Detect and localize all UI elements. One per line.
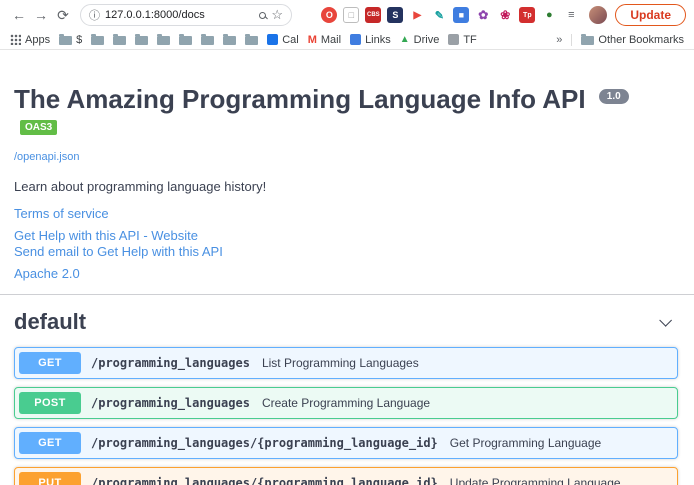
drive-icon: ▲ [400, 34, 410, 45]
method-badge: PUT [19, 472, 81, 485]
browser-toolbar: ← → ⟳ ⓘ 127.0.0.1:8000/docs ☆ O □ CBS S … [0, 0, 694, 30]
tf-icon [448, 34, 459, 45]
apps-grid-icon [10, 34, 21, 45]
chevron-down-icon[interactable] [659, 314, 672, 327]
openapi-json-link[interactable]: /openapi.json [14, 151, 79, 163]
folder-icon [91, 36, 104, 45]
extension-icon-3[interactable]: CBS [365, 7, 381, 23]
folder-icon [135, 36, 148, 45]
method-badge: GET [19, 352, 81, 374]
bookmark-folder-1[interactable]: $ [59, 34, 82, 46]
bookmark-folder-6[interactable] [179, 34, 192, 45]
extension-icon-11[interactable]: ● [541, 7, 557, 23]
endpoint-summary: Create Programming Language [262, 396, 430, 410]
browser-window: ← → ⟳ ⓘ 127.0.0.1:8000/docs ☆ O □ CBS S … [0, 0, 694, 485]
license-link[interactable]: Apache 2.0 [14, 266, 80, 282]
extension-icon-5[interactable]: ▶ [409, 7, 425, 23]
bookmark-links[interactable]: Links [350, 34, 391, 46]
folder-icon [157, 36, 170, 45]
endpoint-path: /programming_languages/{programming_lang… [91, 476, 438, 485]
bookmark-folder-7[interactable] [201, 34, 214, 45]
section-default-header[interactable]: default [14, 303, 678, 341]
endpoint-summary: List Programming Languages [262, 356, 419, 370]
bookmark-folder-9[interactable] [245, 34, 258, 45]
extension-icon-8[interactable]: ✿ [475, 7, 491, 23]
bookmark-cal[interactable]: Cal [267, 34, 299, 46]
calendar-icon [267, 34, 278, 45]
extension-icon-1[interactable]: O [321, 7, 337, 23]
search-icon[interactable] [259, 12, 266, 19]
bookmark-folder-3[interactable] [113, 34, 126, 45]
folder-icon [59, 36, 72, 45]
gmail-icon: M [308, 34, 317, 46]
reload-icon[interactable]: ⟳ [52, 7, 74, 24]
extension-icon-10[interactable]: Tp [519, 7, 535, 23]
page-title: The Amazing Programming Language Info AP… [14, 84, 678, 146]
apps-shortcut[interactable]: Apps [10, 34, 50, 46]
extensions-row: O □ CBS S ▶ ✎ ■ ✿ ❀ Tp ● ≡ Update [319, 4, 686, 26]
folder-icon [245, 36, 258, 45]
swagger-page: The Amazing Programming Language Info AP… [0, 84, 694, 485]
update-button[interactable]: Update [615, 4, 686, 26]
folder-icon [179, 36, 192, 45]
bookmark-folder-2[interactable] [91, 34, 104, 45]
bookmark-folder-4[interactable] [135, 34, 148, 45]
profile-avatar[interactable] [589, 6, 607, 24]
method-badge: POST [19, 392, 81, 414]
extension-icon-4[interactable]: S [387, 7, 403, 23]
oas3-badge: OAS3 [20, 120, 57, 135]
bookmark-drive[interactable]: ▲ Drive [400, 34, 440, 46]
endpoint-get-one[interactable]: GET /programming_languages/{programming_… [14, 427, 678, 459]
extension-icon-9[interactable]: ❀ [497, 7, 513, 23]
extension-icon-6[interactable]: ✎ [431, 7, 447, 23]
endpoint-path: /programming_languages [91, 356, 250, 370]
api-title-text: The Amazing Programming Language Info AP… [14, 84, 586, 114]
api-description: Learn about programming language history… [14, 179, 694, 194]
forward-icon[interactable]: → [30, 7, 52, 23]
section-divider [0, 294, 694, 295]
endpoint-post-create[interactable]: POST /programming_languages Create Progr… [14, 387, 678, 419]
bookmark-tf[interactable]: TF [448, 34, 476, 46]
bookmark-folder-5[interactable] [157, 34, 170, 45]
other-bookmarks[interactable]: Other Bookmarks [581, 34, 684, 46]
endpoint-get-list[interactable]: GET /programming_languages List Programm… [14, 347, 678, 379]
endpoint-put-update[interactable]: PUT /programming_languages/{programming_… [14, 467, 678, 485]
bookmarks-bar: Apps $ Cal M Mail Links ▲ Drive TF [0, 30, 694, 50]
method-badge: GET [19, 432, 81, 454]
extension-icon-7[interactable]: ■ [453, 7, 469, 23]
bookmarks-overflow-chevron[interactable]: » [556, 34, 562, 46]
endpoint-summary: Update Programming Language [450, 476, 621, 485]
bookmarks-separator [571, 34, 572, 46]
folder-icon [201, 36, 214, 45]
extension-icon-2[interactable]: □ [343, 7, 359, 23]
bookmark-folder-8[interactable] [223, 34, 236, 45]
folder-icon [223, 36, 236, 45]
section-title: default [14, 309, 86, 335]
back-icon[interactable]: ← [8, 7, 30, 23]
url-text: 127.0.0.1:8000/docs [105, 9, 254, 21]
bookmark-mail[interactable]: M Mail [308, 34, 341, 46]
site-info-icon[interactable]: ⓘ [89, 7, 100, 23]
address-bar[interactable]: ⓘ 127.0.0.1:8000/docs ☆ [80, 4, 292, 26]
endpoint-path: /programming_languages/{programming_lang… [91, 436, 438, 450]
endpoint-summary: Get Programming Language [450, 436, 601, 450]
extension-icon-12[interactable]: ≡ [563, 7, 579, 23]
folder-icon [113, 36, 126, 45]
endpoint-path: /programming_languages [91, 396, 250, 410]
terms-of-service-link[interactable]: Terms of service [14, 206, 109, 222]
contact-website-link[interactable]: Get Help with this API - Website [14, 228, 198, 244]
info-links: Terms of service Get Help with this API … [14, 206, 694, 282]
bookmark-star-icon[interactable]: ☆ [271, 7, 283, 23]
version-badge: 1.0 [599, 89, 629, 104]
folder-icon [581, 36, 594, 45]
contact-email-link[interactable]: Send email to Get Help with this API [14, 244, 223, 260]
links-icon [350, 34, 361, 45]
